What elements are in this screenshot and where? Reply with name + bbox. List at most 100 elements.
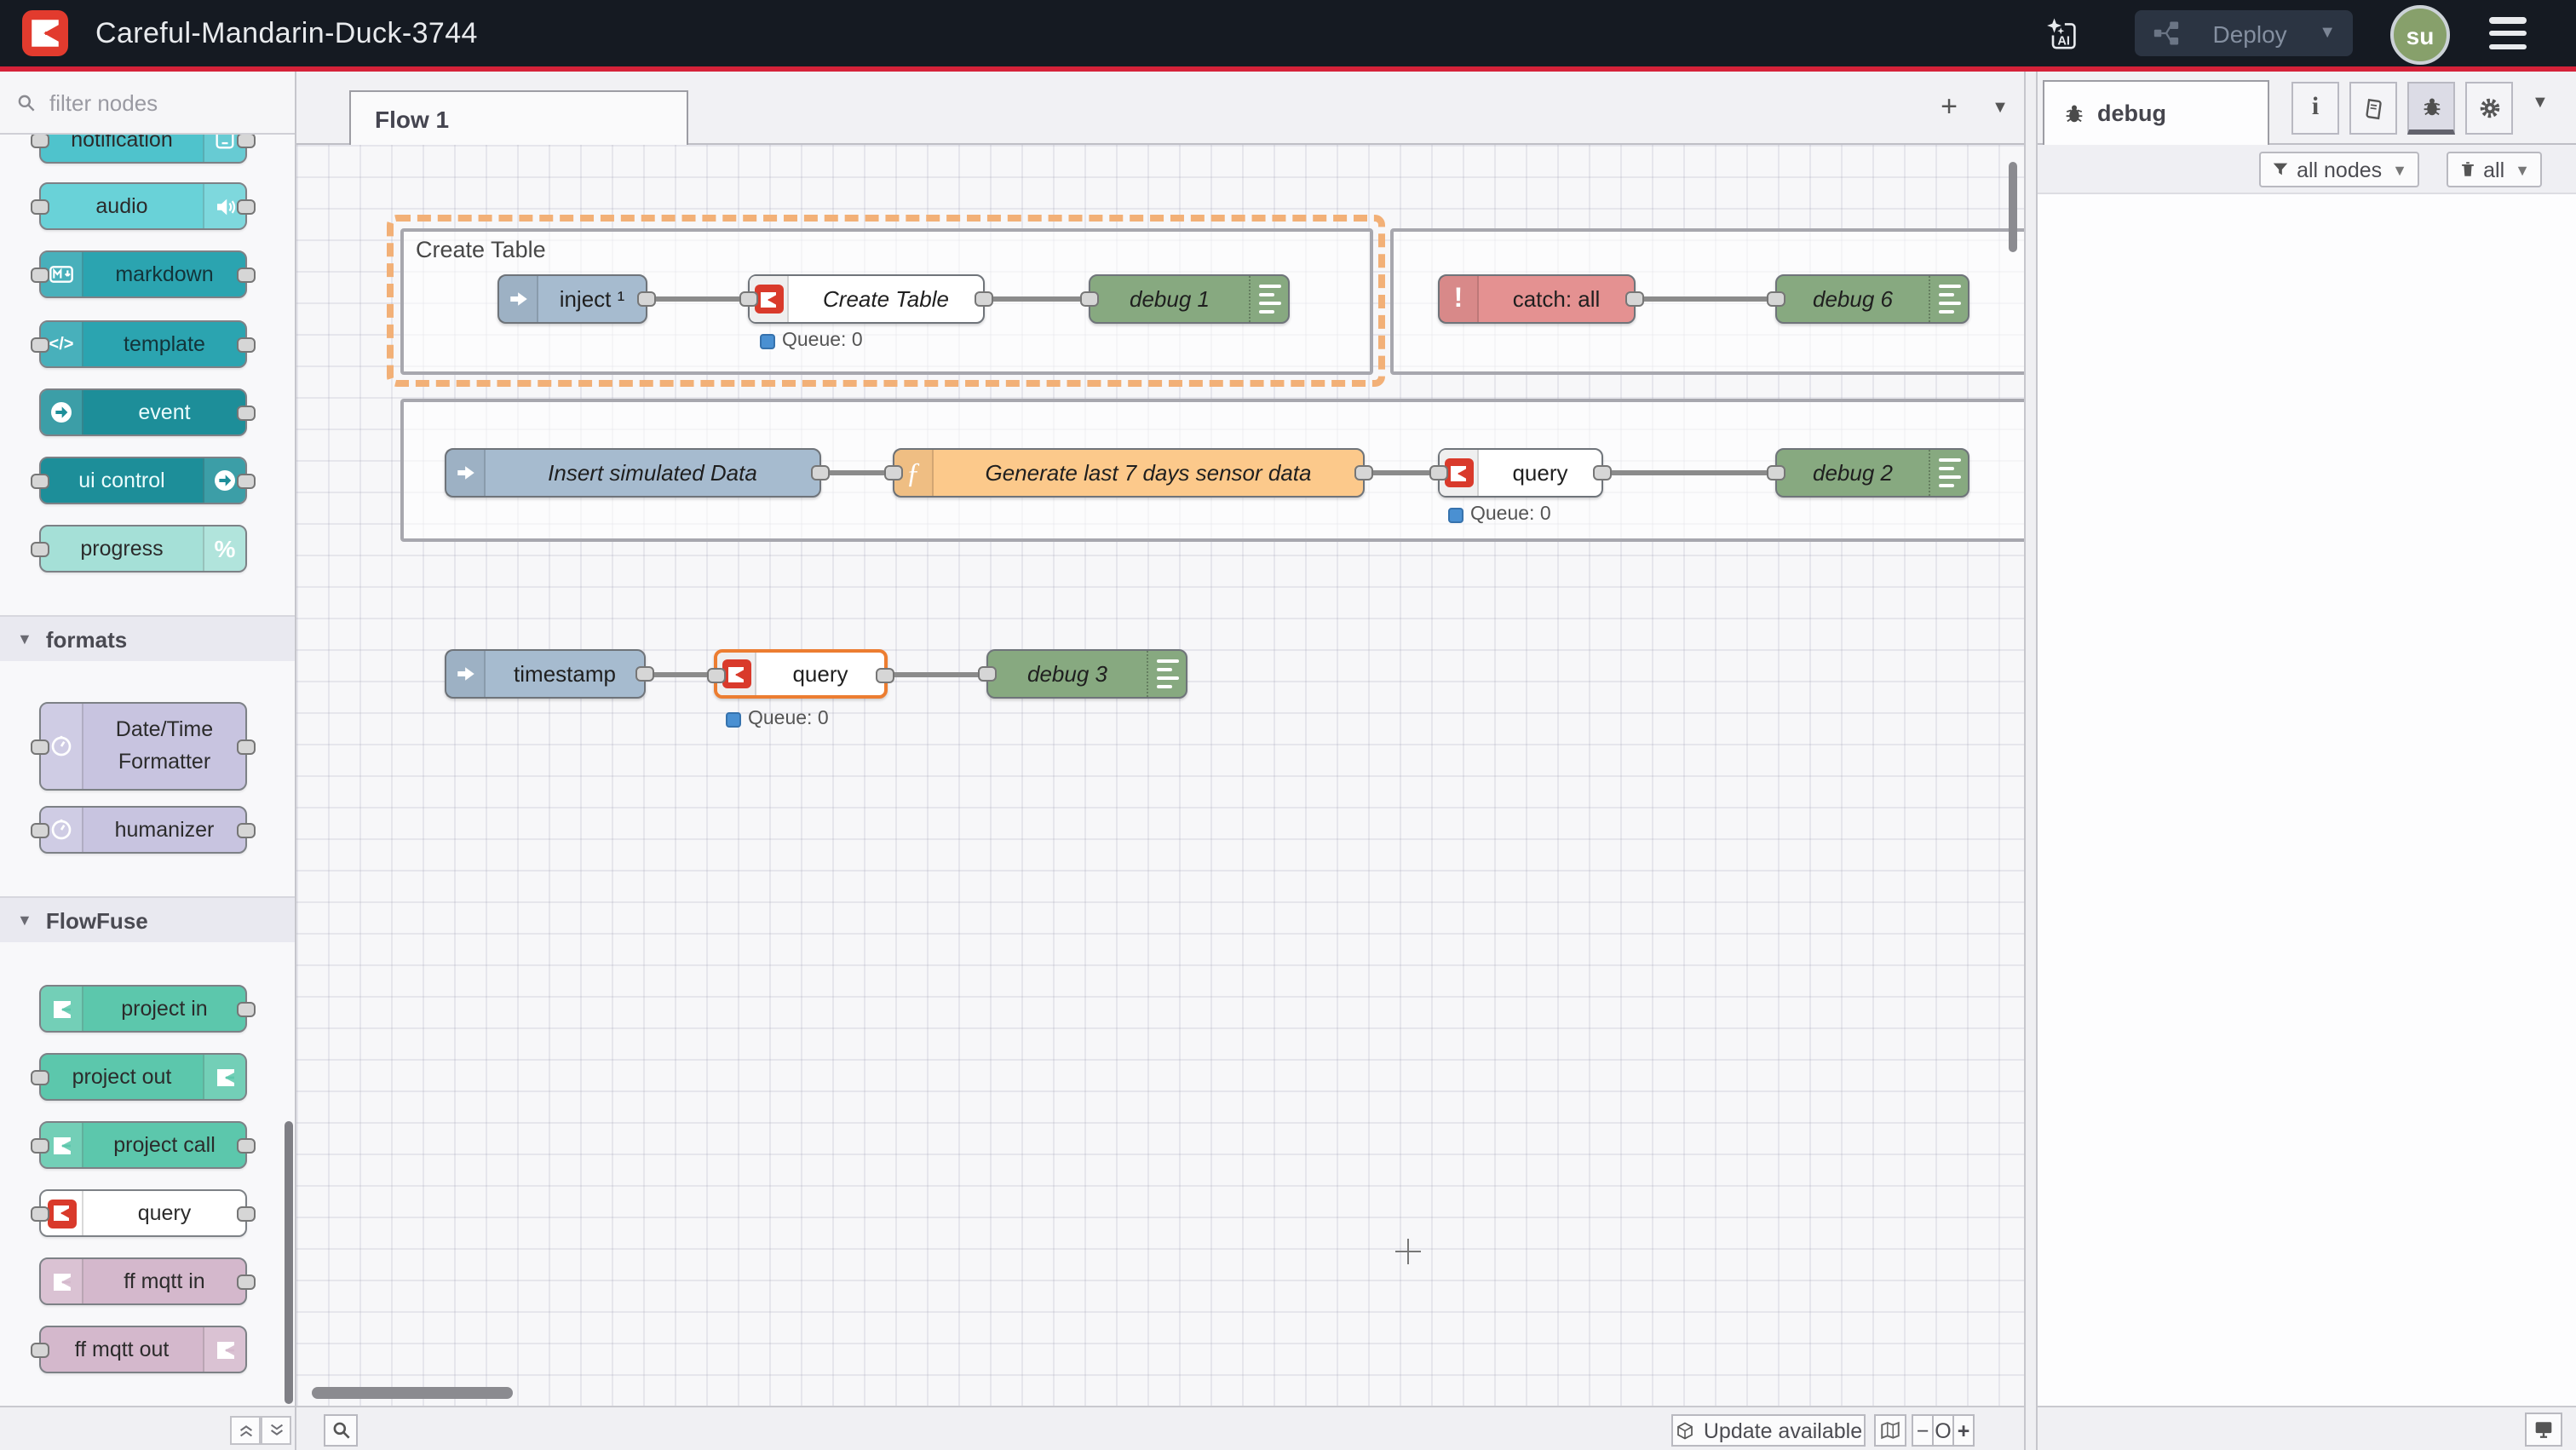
ai-assistant-icon[interactable]: AI bbox=[2038, 12, 2085, 56]
add-flow-button[interactable]: + bbox=[1930, 87, 1968, 128]
palette-scrollbar[interactable] bbox=[285, 1121, 293, 1404]
node-debug-1[interactable]: debug 1 bbox=[1089, 274, 1290, 324]
input-port[interactable] bbox=[31, 199, 49, 214]
palette-node-humanizer[interactable]: humanizer bbox=[39, 806, 247, 854]
canvas-vertical-scrollbar[interactable] bbox=[2009, 162, 2017, 252]
flow-list-caret-icon[interactable]: ▼ bbox=[1985, 87, 2015, 128]
node-insert-simulated-data[interactable]: Insert simulated Data bbox=[445, 448, 821, 498]
node-query-selected[interactable]: query bbox=[714, 649, 888, 699]
output-port[interactable] bbox=[876, 667, 894, 682]
output-port[interactable] bbox=[237, 822, 256, 837]
output-port[interactable] bbox=[237, 739, 256, 755]
sidebar-tab-config[interactable] bbox=[2465, 82, 2513, 135]
output-port[interactable] bbox=[1354, 464, 1373, 480]
node-debug-6[interactable]: debug 6 bbox=[1775, 274, 1969, 324]
input-port[interactable] bbox=[1767, 291, 1785, 306]
sidebar-tab-help[interactable] bbox=[2349, 82, 2397, 135]
input-port[interactable] bbox=[31, 267, 49, 282]
sidebar-tab-debug-messages[interactable] bbox=[2407, 82, 2455, 135]
palette-node-progress[interactable]: progress % bbox=[39, 525, 247, 573]
input-port[interactable] bbox=[1429, 464, 1448, 480]
output-port[interactable] bbox=[237, 337, 256, 352]
node-debug-2[interactable]: debug 2 bbox=[1775, 448, 1969, 498]
node-generate-sensor-data[interactable]: ƒ Generate last 7 days sensor data bbox=[893, 448, 1365, 498]
open-console-button[interactable] bbox=[2525, 1413, 2562, 1447]
output-port[interactable] bbox=[637, 291, 656, 306]
output-port[interactable] bbox=[975, 291, 993, 306]
main-menu-icon[interactable] bbox=[2489, 17, 2527, 49]
output-port[interactable] bbox=[811, 464, 830, 480]
sidebar-menu-caret-icon[interactable]: ▼ bbox=[2532, 94, 2549, 112]
palette-node-ff-mqtt-in[interactable]: ff mqtt in bbox=[39, 1257, 247, 1305]
input-port[interactable] bbox=[1767, 464, 1785, 480]
output-port[interactable] bbox=[237, 267, 256, 282]
canvas-horizontal-scrollbar[interactable] bbox=[312, 1387, 513, 1399]
tab-flow-1[interactable]: Flow 1 bbox=[349, 90, 688, 145]
deploy-caret-icon[interactable]: ▼ bbox=[2319, 24, 2336, 43]
debug-filter-button[interactable]: all nodes ▼ bbox=[2259, 152, 2419, 187]
output-port[interactable] bbox=[635, 665, 654, 681]
palette-filter[interactable]: filter nodes bbox=[0, 72, 295, 135]
palette-node-template[interactable]: </> template bbox=[39, 320, 247, 368]
collapse-all-button[interactable] bbox=[230, 1416, 261, 1445]
sidebar-splitter[interactable] bbox=[2024, 72, 2038, 1450]
debug-clear-button[interactable]: all ▼ bbox=[2446, 152, 2542, 187]
input-port[interactable] bbox=[884, 464, 903, 480]
deploy-button[interactable]: Deploy ▼ bbox=[2135, 10, 2353, 56]
update-available-button[interactable]: Update available bbox=[1671, 1414, 1866, 1447]
node-inject-1[interactable]: inject ¹ bbox=[497, 274, 647, 324]
input-port[interactable] bbox=[31, 1342, 49, 1357]
node-create-table[interactable]: Create Table bbox=[748, 274, 985, 324]
input-port[interactable] bbox=[978, 665, 997, 681]
palette-category-formats[interactable]: ▼ formats bbox=[0, 615, 295, 661]
node-debug-3[interactable]: debug 3 bbox=[986, 649, 1187, 699]
output-port[interactable] bbox=[237, 199, 256, 214]
palette-scroll-area[interactable]: notification audio bbox=[0, 72, 295, 1406]
flowfuse-logo-icon[interactable] bbox=[22, 10, 68, 56]
output-port[interactable] bbox=[237, 1137, 256, 1153]
sidebar-tab-debug[interactable]: debug bbox=[2043, 80, 2269, 145]
output-port[interactable] bbox=[237, 1274, 256, 1289]
input-port[interactable] bbox=[31, 822, 49, 837]
palette-node-markdown[interactable]: markdown bbox=[39, 250, 247, 298]
palette-node-ui-control[interactable]: ui control bbox=[39, 457, 247, 504]
input-port[interactable] bbox=[31, 1069, 49, 1085]
input-port[interactable] bbox=[1080, 291, 1099, 306]
palette-node-audio[interactable]: audio bbox=[39, 182, 247, 230]
input-port[interactable] bbox=[31, 1205, 49, 1221]
palette-node-event[interactable]: event bbox=[39, 388, 247, 436]
output-port[interactable] bbox=[1625, 291, 1644, 306]
input-port[interactable] bbox=[31, 337, 49, 352]
zoom-out-button[interactable]: − bbox=[1912, 1414, 1934, 1447]
node-timestamp[interactable]: timestamp bbox=[445, 649, 646, 699]
expand-all-button[interactable] bbox=[261, 1416, 291, 1445]
input-port[interactable] bbox=[31, 739, 49, 755]
sidebar-tab-info[interactable]: i bbox=[2291, 82, 2339, 135]
navigator-map-button[interactable] bbox=[1874, 1414, 1906, 1447]
palette-category-flowfuse[interactable]: ▼ FlowFuse bbox=[0, 896, 295, 942]
input-port[interactable] bbox=[31, 1137, 49, 1153]
output-port[interactable] bbox=[237, 1001, 256, 1016]
palette-node-datetime-formatter[interactable]: Date/Time Formatter bbox=[39, 702, 247, 791]
zoom-reset-button[interactable]: O bbox=[1932, 1414, 1954, 1447]
user-avatar[interactable]: su bbox=[2390, 5, 2450, 65]
node-catch-all[interactable]: ! catch: all bbox=[1438, 274, 1636, 324]
canvas-search-button[interactable] bbox=[324, 1414, 358, 1447]
output-port[interactable] bbox=[237, 473, 256, 488]
input-port[interactable] bbox=[31, 473, 49, 488]
output-port[interactable] bbox=[1593, 464, 1612, 480]
output-port[interactable] bbox=[237, 405, 256, 420]
zoom-in-button[interactable]: + bbox=[1952, 1414, 1975, 1447]
input-port[interactable] bbox=[739, 291, 758, 306]
debug-message-list[interactable] bbox=[2038, 194, 2576, 1406]
palette-node-project-call[interactable]: project call bbox=[39, 1121, 247, 1169]
node-query-2[interactable]: query bbox=[1438, 448, 1603, 498]
palette-node-ff-mqtt-out[interactable]: ff mqtt out bbox=[39, 1326, 247, 1373]
palette-node-project-in[interactable]: project in bbox=[39, 985, 247, 1033]
output-port[interactable] bbox=[237, 1205, 256, 1221]
flow-canvas[interactable]: Create Table bbox=[296, 145, 2024, 1406]
input-port[interactable] bbox=[31, 541, 49, 556]
input-port[interactable] bbox=[707, 667, 726, 682]
palette-node-query[interactable]: query bbox=[39, 1189, 247, 1237]
palette-node-project-out[interactable]: project out bbox=[39, 1053, 247, 1101]
